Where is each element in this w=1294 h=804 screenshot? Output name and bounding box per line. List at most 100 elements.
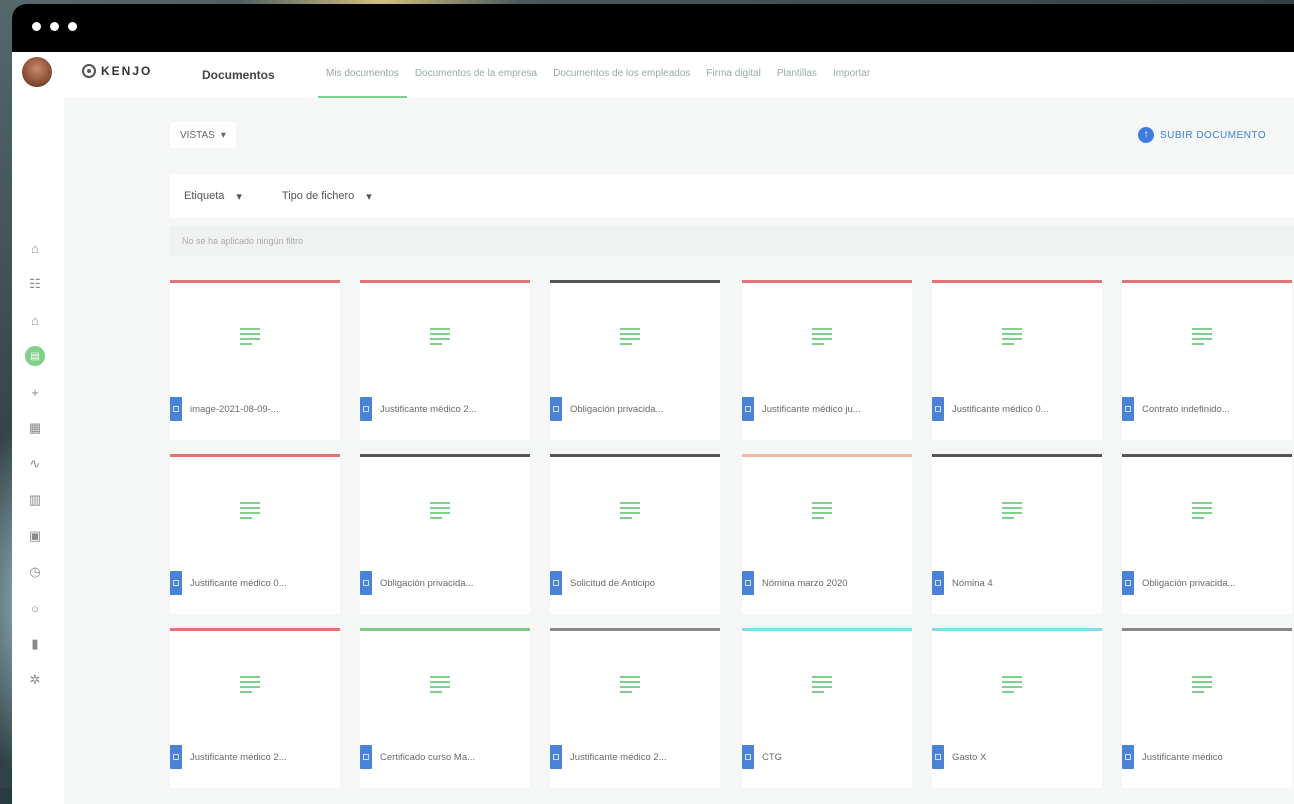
document-card[interactable]: image-2021-08-09-... bbox=[170, 280, 340, 440]
upload-document-button[interactable]: ↑ SUBIR DOCUMENTO bbox=[1138, 122, 1266, 148]
tab-0[interactable]: Mis documentos bbox=[318, 52, 407, 98]
building-icon[interactable]: ⌂ bbox=[25, 310, 45, 330]
tab-4[interactable]: Plantillas bbox=[769, 52, 825, 98]
document-footer: Obligación privacida... bbox=[550, 396, 720, 422]
document-card[interactable]: Nómina marzo 2020 bbox=[742, 454, 912, 614]
document-color-tag bbox=[1122, 280, 1292, 283]
document-card[interactable]: Justificante médico 0... bbox=[932, 280, 1102, 440]
upload-label: SUBIR DOCUMENTO bbox=[1160, 129, 1267, 141]
document-preview-icon bbox=[1192, 502, 1212, 520]
filter-status-bar bbox=[170, 226, 1294, 256]
document-card[interactable]: Justificante médico 2... bbox=[550, 628, 720, 788]
upload-icon: ↑ bbox=[1138, 127, 1154, 143]
document-card[interactable]: Nómina 4 bbox=[932, 454, 1102, 614]
tab-1[interactable]: Documentos de la empresa bbox=[407, 52, 545, 98]
document-preview-icon bbox=[812, 676, 832, 694]
views-label: VISTAS bbox=[180, 129, 215, 141]
recruiting-icon[interactable]: ○ bbox=[25, 598, 45, 618]
document-footer: Obligación privacida... bbox=[1122, 570, 1292, 596]
file-type-icon bbox=[360, 571, 372, 595]
document-footer: Justificante médico bbox=[1122, 744, 1292, 770]
calendar-icon[interactable]: ▦ bbox=[25, 418, 45, 438]
document-color-tag bbox=[170, 280, 340, 283]
document-name: Obligación privacida... bbox=[570, 403, 664, 415]
document-card[interactable]: Justificante médico bbox=[1122, 628, 1292, 788]
document-name: image-2021-08-09-... bbox=[190, 403, 279, 415]
tags-filter[interactable]: Etiqueta ▾ bbox=[184, 190, 242, 203]
document-name: Certificado curso Ma... bbox=[380, 751, 476, 763]
window-dot-icon[interactable] bbox=[68, 22, 77, 31]
filetype-filter-label: Tipo de fichero bbox=[281, 189, 355, 202]
tab-2[interactable]: Documentos de los empleados bbox=[545, 52, 698, 98]
document-footer: Justificante médico 0... bbox=[932, 396, 1102, 422]
document-name: Justificante médico ju... bbox=[762, 403, 861, 415]
people-icon[interactable]: ☷ bbox=[25, 274, 45, 294]
document-name: Justificante médico 2... bbox=[570, 751, 667, 763]
settings-icon[interactable]: ✲ bbox=[25, 670, 45, 690]
document-preview-icon bbox=[430, 676, 450, 694]
document-card[interactable]: Justificante médico 2... bbox=[360, 280, 530, 440]
views-dropdown[interactable]: VISTAS ▾ bbox=[170, 122, 236, 148]
document-color-tag bbox=[360, 454, 530, 457]
document-name: Justificante médico 2... bbox=[380, 403, 477, 415]
document-color-tag bbox=[170, 454, 340, 457]
file-type-icon bbox=[170, 397, 182, 421]
avatar[interactable] bbox=[22, 57, 52, 87]
document-card[interactable]: Gasto X bbox=[932, 628, 1102, 788]
document-card[interactable]: Obligación privacida... bbox=[360, 454, 530, 614]
window-dot-icon[interactable] bbox=[32, 22, 41, 31]
document-name: Nómina 4 bbox=[952, 577, 993, 589]
document-card[interactable]: CTG bbox=[742, 628, 912, 788]
document-color-tag bbox=[742, 628, 912, 631]
clock-icon[interactable]: ◷ bbox=[25, 562, 45, 582]
document-preview-icon bbox=[240, 502, 260, 520]
file-type-icon bbox=[550, 397, 562, 421]
document-card[interactable]: Certificado curso Ma... bbox=[360, 628, 530, 788]
window-titlebar bbox=[12, 4, 1294, 52]
document-preview-icon bbox=[1002, 676, 1022, 694]
file-type-icon bbox=[550, 745, 562, 769]
filter-status-text: No se ha aplicado ningún filtro bbox=[182, 236, 304, 246]
document-card[interactable]: Obligación privacida... bbox=[550, 280, 720, 440]
window-dot-icon[interactable] bbox=[50, 22, 59, 31]
clipboard-icon[interactable]: ▣ bbox=[25, 526, 45, 546]
brand-logo[interactable]: KENJO bbox=[82, 64, 152, 78]
grid-icon[interactable]: ▮ bbox=[25, 634, 45, 654]
tab-3[interactable]: Firma digital bbox=[698, 52, 768, 98]
document-preview-icon bbox=[430, 502, 450, 520]
filetype-filter[interactable]: Tipo de fichero ▾ bbox=[282, 190, 372, 203]
document-color-tag bbox=[742, 280, 912, 283]
document-preview-icon bbox=[812, 502, 832, 520]
app-window: KENJO Documentos Mis documentos Documento… bbox=[12, 4, 1294, 804]
chart-icon[interactable]: ▥ bbox=[25, 490, 45, 510]
plus-icon[interactable]: + bbox=[25, 382, 45, 402]
document-card[interactable]: Justificante médico 2... bbox=[170, 628, 340, 788]
document-color-tag bbox=[550, 280, 720, 283]
file-type-icon bbox=[170, 745, 182, 769]
document-card[interactable]: Justificante médico ju... bbox=[742, 280, 912, 440]
activity-icon[interactable]: ∿ bbox=[25, 454, 45, 474]
documents-icon[interactable]: ▤ bbox=[25, 346, 45, 366]
document-name: Contrato indefinido... bbox=[1142, 403, 1230, 415]
document-color-tag bbox=[932, 454, 1102, 457]
document-card[interactable]: Obligación privacida... bbox=[1122, 454, 1292, 614]
file-type-icon bbox=[1122, 397, 1134, 421]
document-card[interactable]: Solicitud de Anticipo bbox=[550, 454, 720, 614]
chevron-down-icon: ▾ bbox=[366, 190, 372, 203]
tab-5[interactable]: Importar bbox=[825, 52, 878, 98]
sidebar: ⌂ ☷ ⌂ ▤ + ▦ ∿ ▥ ▣ ◷ ○ ▮ ✲ bbox=[12, 98, 64, 804]
document-card[interactable]: Contrato indefinido... bbox=[1122, 280, 1292, 440]
document-color-tag bbox=[360, 628, 530, 631]
document-name: Solicitud de Anticipo bbox=[570, 577, 656, 589]
file-type-icon bbox=[360, 397, 372, 421]
document-card[interactable]: Justificante médico 0... bbox=[170, 454, 340, 614]
document-preview-icon bbox=[430, 328, 450, 346]
document-name: Justificante médico bbox=[1142, 751, 1223, 763]
document-color-tag bbox=[932, 628, 1102, 631]
home-icon[interactable]: ⌂ bbox=[25, 238, 45, 258]
document-color-tag bbox=[742, 454, 912, 457]
document-color-tag bbox=[932, 280, 1102, 283]
document-footer: CTG bbox=[742, 744, 912, 770]
document-footer: Justificante médico 0... bbox=[170, 570, 340, 596]
document-footer: image-2021-08-09-... bbox=[170, 396, 340, 422]
